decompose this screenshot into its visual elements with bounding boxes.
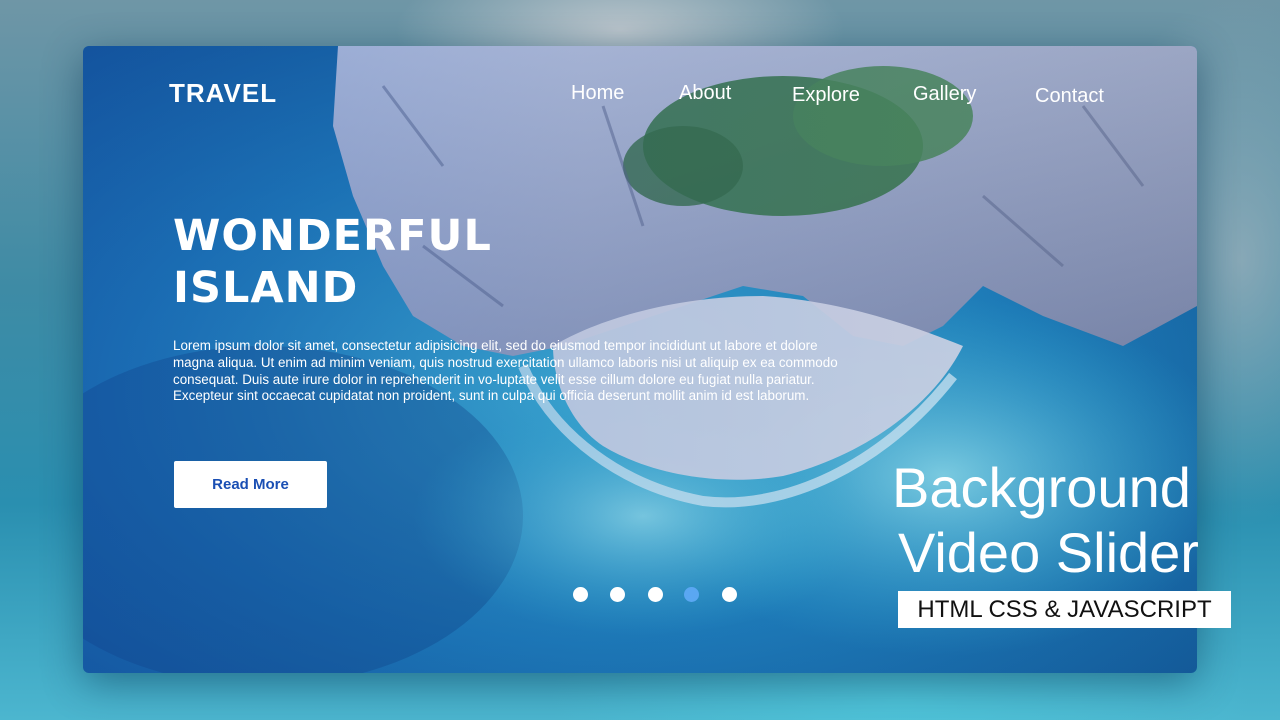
- nav-gallery-link[interactable]: Gallery: [913, 83, 976, 106]
- thumbnail-title: Background Video Slider: [892, 455, 1199, 585]
- thumbnail-title-line-2: Video Slider: [898, 521, 1199, 584]
- slider-dot-1[interactable]: [573, 587, 588, 602]
- headline-line-2: ISLAND: [173, 263, 359, 313]
- thumbnail-title-line-1: Background: [892, 456, 1191, 519]
- slider-dot-5[interactable]: [722, 587, 737, 602]
- nav-home-link[interactable]: Home: [571, 82, 624, 105]
- headline-line-1: WONDERFUL: [173, 211, 492, 261]
- hero-headline: WONDERFUL ISLAND: [173, 210, 492, 314]
- site-logo[interactable]: TRAVEL: [169, 78, 277, 109]
- thumbnail-tech-badge: HTML CSS & JAVASCRIPT: [898, 591, 1231, 628]
- slider-dot-4[interactable]: [684, 587, 699, 602]
- nav-about-link[interactable]: About: [679, 82, 731, 105]
- slider-dot-3[interactable]: [648, 587, 663, 602]
- hero-description: Lorem ipsum dolor sit amet, consectetur …: [173, 338, 838, 404]
- slider-dot-2[interactable]: [610, 587, 625, 602]
- nav-explore-link[interactable]: Explore: [792, 84, 860, 107]
- read-more-button[interactable]: Read More: [174, 461, 327, 508]
- nav-contact-link[interactable]: Contact: [1035, 85, 1104, 108]
